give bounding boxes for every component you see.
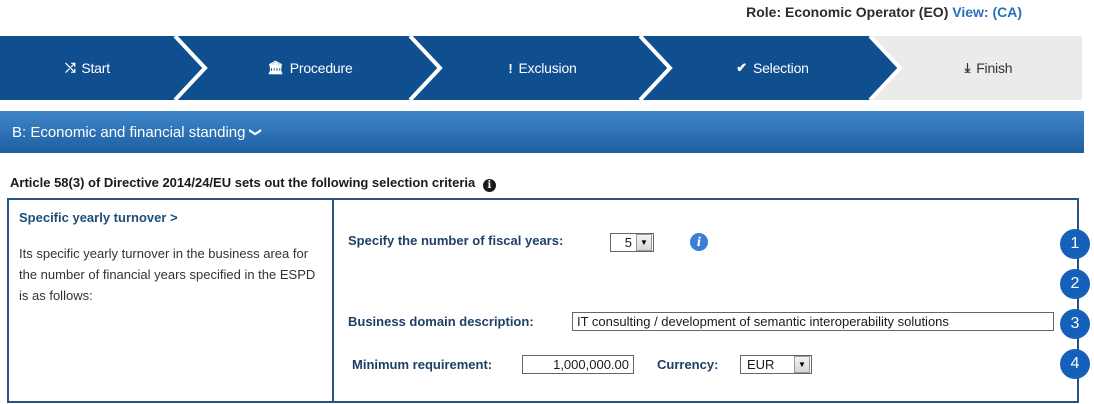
- currency-select[interactable]: EUR ▼: [740, 355, 812, 374]
- wizard-step-procedure[interactable]: 🏛 Procedure: [195, 36, 425, 100]
- exclamation-icon: !: [508, 60, 513, 76]
- wizard-step-label: Start: [81, 60, 110, 76]
- dropdown-arrow-icon[interactable]: ▼: [636, 234, 652, 251]
- minimum-requirement-label: Minimum requirement:: [352, 357, 493, 372]
- wizard-step-label: Finish: [976, 60, 1013, 76]
- wizard-step-label: Exclusion: [518, 60, 577, 76]
- role-label: Role: Economic Operator (EO): [746, 4, 949, 20]
- criterion-form: Specify the number of fiscal years: 5 ▼ …: [334, 200, 1077, 401]
- fiscal-years-label: Specify the number of fiscal years:: [348, 233, 564, 248]
- step-marker-3: 3: [1060, 309, 1090, 339]
- step-marker-2: 2: [1060, 269, 1090, 299]
- wizard-step-finish[interactable]: ⤓ Finish: [895, 36, 1082, 100]
- info-icon[interactable]: i: [482, 179, 496, 192]
- criterion-title[interactable]: Specific yearly turnover >: [19, 210, 322, 225]
- dropdown-arrow-icon[interactable]: ▼: [794, 356, 810, 373]
- wizard-step-label: Selection: [752, 60, 809, 76]
- step-marker-1: 1: [1060, 229, 1090, 259]
- wizard-step-label: Procedure: [289, 60, 353, 76]
- currency-label: Currency:: [657, 357, 719, 372]
- section-title: B: Economic and financial standing: [12, 123, 246, 141]
- institution-icon: 🏛: [267, 60, 284, 75]
- article-reference: Article 58(3) of Directive 2014/24/EU se…: [10, 175, 496, 192]
- article-text: Article 58(3) of Directive 2014/24/EU se…: [10, 175, 476, 190]
- view-link[interactable]: View: (CA): [952, 4, 1022, 20]
- minimum-requirement-input[interactable]: 1,000,000.00: [522, 355, 634, 374]
- criterion-panel: Specific yearly turnover > Its specific …: [7, 198, 1079, 403]
- wizard-step-selection[interactable]: ✔ Selection: [660, 36, 885, 100]
- fiscal-years-select[interactable]: 5 ▼: [610, 233, 654, 252]
- wizard-step-start[interactable]: ⤭ Start: [0, 36, 175, 100]
- wizard-step-exclusion[interactable]: ! Exclusion: [430, 36, 655, 100]
- download-icon: ⤓: [964, 60, 971, 75]
- criterion-description: Its specific yearly turnover in the busi…: [19, 246, 316, 303]
- section-header-economic-standing[interactable]: B: Economic and financial standing ❯: [0, 111, 1084, 153]
- role-indicator: Role: Economic Operator (EO) View: (CA): [746, 4, 1022, 20]
- business-domain-label: Business domain description:: [348, 314, 534, 329]
- check-circle-icon: ✔: [736, 60, 747, 75]
- criterion-description-panel: Specific yearly turnover > Its specific …: [9, 200, 334, 401]
- business-domain-input[interactable]: IT consulting / development of semantic …: [572, 312, 1054, 331]
- fiscal-years-value: 5: [624, 235, 632, 250]
- shuffle-icon: ⤭: [65, 60, 76, 75]
- info-icon[interactable]: i: [690, 233, 708, 251]
- currency-value: EUR: [747, 357, 775, 372]
- wizard-progress: ⤭ Start 🏛 Procedure ! Exclusion ✔ Select…: [0, 36, 1082, 100]
- step-marker-4: 4: [1060, 349, 1090, 379]
- chevron-down-icon: ❯: [249, 126, 264, 138]
